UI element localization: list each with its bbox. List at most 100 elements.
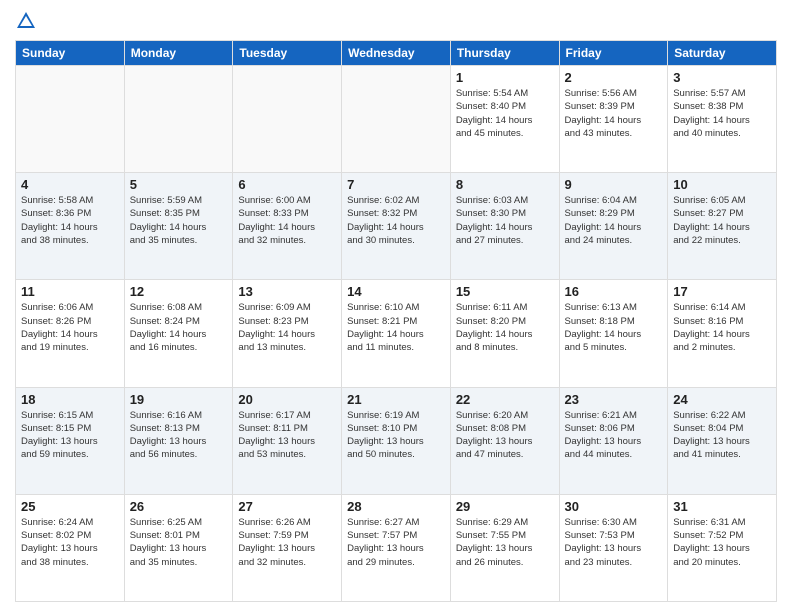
day-number: 25: [21, 499, 119, 514]
day-number: 1: [456, 70, 554, 85]
calendar-cell: 17 Sunrise: 6:14 AMSunset: 8:16 PMDayligh…: [668, 280, 777, 387]
day-number: 9: [565, 177, 663, 192]
calendar-header-sunday: Sunday: [16, 41, 125, 66]
calendar-cell: 30 Sunrise: 6:30 AMSunset: 7:53 PMDayligh…: [559, 494, 668, 601]
day-number: 11: [21, 284, 119, 299]
day-info: Sunrise: 6:15 AMSunset: 8:15 PMDaylight:…: [21, 409, 119, 462]
calendar-cell: 27 Sunrise: 6:26 AMSunset: 7:59 PMDayligh…: [233, 494, 342, 601]
calendar-header-wednesday: Wednesday: [342, 41, 451, 66]
calendar-table: SundayMondayTuesdayWednesdayThursdayFrid…: [15, 40, 777, 602]
day-info: Sunrise: 6:27 AMSunset: 7:57 PMDaylight:…: [347, 516, 445, 569]
calendar-cell: 18 Sunrise: 6:15 AMSunset: 8:15 PMDayligh…: [16, 387, 125, 494]
day-info: Sunrise: 5:57 AMSunset: 8:38 PMDaylight:…: [673, 87, 771, 140]
day-number: 21: [347, 392, 445, 407]
day-info: Sunrise: 5:54 AMSunset: 8:40 PMDaylight:…: [456, 87, 554, 140]
calendar-week-0: 1 Sunrise: 5:54 AMSunset: 8:40 PMDaylight…: [16, 66, 777, 173]
day-number: 5: [130, 177, 228, 192]
calendar-cell: 23 Sunrise: 6:21 AMSunset: 8:06 PMDayligh…: [559, 387, 668, 494]
day-info: Sunrise: 6:26 AMSunset: 7:59 PMDaylight:…: [238, 516, 336, 569]
day-number: 23: [565, 392, 663, 407]
day-info: Sunrise: 6:16 AMSunset: 8:13 PMDaylight:…: [130, 409, 228, 462]
day-info: Sunrise: 5:56 AMSunset: 8:39 PMDaylight:…: [565, 87, 663, 140]
calendar-cell: [233, 66, 342, 173]
day-info: Sunrise: 6:05 AMSunset: 8:27 PMDaylight:…: [673, 194, 771, 247]
day-info: Sunrise: 6:22 AMSunset: 8:04 PMDaylight:…: [673, 409, 771, 462]
day-info: Sunrise: 6:30 AMSunset: 7:53 PMDaylight:…: [565, 516, 663, 569]
calendar-week-4: 25 Sunrise: 6:24 AMSunset: 8:02 PMDayligh…: [16, 494, 777, 601]
day-number: 31: [673, 499, 771, 514]
header: [15, 10, 777, 32]
day-number: 19: [130, 392, 228, 407]
day-number: 4: [21, 177, 119, 192]
calendar-cell: 8 Sunrise: 6:03 AMSunset: 8:30 PMDaylight…: [450, 173, 559, 280]
day-info: Sunrise: 5:59 AMSunset: 8:35 PMDaylight:…: [130, 194, 228, 247]
calendar-cell: [124, 66, 233, 173]
day-number: 20: [238, 392, 336, 407]
calendar-header-tuesday: Tuesday: [233, 41, 342, 66]
day-number: 29: [456, 499, 554, 514]
calendar-cell: 25 Sunrise: 6:24 AMSunset: 8:02 PMDayligh…: [16, 494, 125, 601]
calendar-cell: 2Sunrise: 5:56 AMSunset: 8:39 PMDaylight…: [559, 66, 668, 173]
calendar-cell: 13Sunrise: 6:09 AMSunset: 8:23 PMDayligh…: [233, 280, 342, 387]
day-info: Sunrise: 6:29 AMSunset: 7:55 PMDaylight:…: [456, 516, 554, 569]
logo: [15, 10, 41, 32]
calendar-cell: 29 Sunrise: 6:29 AMSunset: 7:55 PMDayligh…: [450, 494, 559, 601]
day-info: Sunrise: 6:04 AMSunset: 8:29 PMDaylight:…: [565, 194, 663, 247]
calendar-cell: 14 Sunrise: 6:10 AMSunset: 8:21 PMDayligh…: [342, 280, 451, 387]
day-info: Sunrise: 6:19 AMSunset: 8:10 PMDaylight:…: [347, 409, 445, 462]
day-number: 8: [456, 177, 554, 192]
day-number: 28: [347, 499, 445, 514]
day-number: 10: [673, 177, 771, 192]
day-info: Sunrise: 6:00 AMSunset: 8:33 PMDaylight:…: [238, 194, 336, 247]
day-number: 24: [673, 392, 771, 407]
day-info: Sunrise: 6:20 AMSunset: 8:08 PMDaylight:…: [456, 409, 554, 462]
calendar-cell: 12Sunrise: 6:08 AMSunset: 8:24 PMDayligh…: [124, 280, 233, 387]
day-info: Sunrise: 6:24 AMSunset: 8:02 PMDaylight:…: [21, 516, 119, 569]
calendar-week-2: 11Sunrise: 6:06 AMSunset: 8:26 PMDayligh…: [16, 280, 777, 387]
calendar-header-thursday: Thursday: [450, 41, 559, 66]
day-info: Sunrise: 6:02 AMSunset: 8:32 PMDaylight:…: [347, 194, 445, 247]
page: SundayMondayTuesdayWednesdayThursdayFrid…: [0, 0, 792, 612]
day-number: 18: [21, 392, 119, 407]
calendar-cell: 21 Sunrise: 6:19 AMSunset: 8:10 PMDayligh…: [342, 387, 451, 494]
calendar-cell: 22 Sunrise: 6:20 AMSunset: 8:08 PMDayligh…: [450, 387, 559, 494]
day-number: 15: [456, 284, 554, 299]
day-info: Sunrise: 6:31 AMSunset: 7:52 PMDaylight:…: [673, 516, 771, 569]
day-info: Sunrise: 6:25 AMSunset: 8:01 PMDaylight:…: [130, 516, 228, 569]
calendar-header-friday: Friday: [559, 41, 668, 66]
day-info: Sunrise: 6:14 AMSunset: 8:16 PMDaylight:…: [673, 301, 771, 354]
day-number: 7: [347, 177, 445, 192]
calendar-cell: 1 Sunrise: 5:54 AMSunset: 8:40 PMDaylight…: [450, 66, 559, 173]
calendar-cell: 26 Sunrise: 6:25 AMSunset: 8:01 PMDayligh…: [124, 494, 233, 601]
calendar-header-monday: Monday: [124, 41, 233, 66]
day-number: 12: [130, 284, 228, 299]
calendar-cell: 20 Sunrise: 6:17 AMSunset: 8:11 PMDayligh…: [233, 387, 342, 494]
day-number: 26: [130, 499, 228, 514]
calendar-cell: 3 Sunrise: 5:57 AMSunset: 8:38 PMDaylight…: [668, 66, 777, 173]
day-info: Sunrise: 6:09 AMSunset: 8:23 PMDaylight:…: [238, 301, 336, 354]
calendar-cell: 11Sunrise: 6:06 AMSunset: 8:26 PMDayligh…: [16, 280, 125, 387]
calendar-cell: 4 Sunrise: 5:58 AMSunset: 8:36 PMDaylight…: [16, 173, 125, 280]
calendar-cell: 24 Sunrise: 6:22 AMSunset: 8:04 PMDayligh…: [668, 387, 777, 494]
day-number: 27: [238, 499, 336, 514]
day-info: Sunrise: 6:17 AMSunset: 8:11 PMDaylight:…: [238, 409, 336, 462]
day-number: 22: [456, 392, 554, 407]
calendar-cell: 16Sunrise: 6:13 AMSunset: 8:18 PMDayligh…: [559, 280, 668, 387]
day-info: Sunrise: 5:58 AMSunset: 8:36 PMDaylight:…: [21, 194, 119, 247]
day-info: Sunrise: 6:21 AMSunset: 8:06 PMDaylight:…: [565, 409, 663, 462]
day-number: 16: [565, 284, 663, 299]
day-info: Sunrise: 6:10 AMSunset: 8:21 PMDaylight:…: [347, 301, 445, 354]
day-info: Sunrise: 6:03 AMSunset: 8:30 PMDaylight:…: [456, 194, 554, 247]
day-number: 30: [565, 499, 663, 514]
calendar-cell: 31 Sunrise: 6:31 AMSunset: 7:52 PMDayligh…: [668, 494, 777, 601]
day-number: 14: [347, 284, 445, 299]
calendar-cell: 10 Sunrise: 6:05 AMSunset: 8:27 PMDayligh…: [668, 173, 777, 280]
calendar-cell: 19 Sunrise: 6:16 AMSunset: 8:13 PMDayligh…: [124, 387, 233, 494]
logo-icon: [15, 10, 37, 32]
calendar-cell: 15Sunrise: 6:11 AMSunset: 8:20 PMDayligh…: [450, 280, 559, 387]
day-number: 6: [238, 177, 336, 192]
day-number: 17: [673, 284, 771, 299]
calendar-cell: 9 Sunrise: 6:04 AMSunset: 8:29 PMDaylight…: [559, 173, 668, 280]
calendar-cell: 6 Sunrise: 6:00 AMSunset: 8:33 PMDaylight…: [233, 173, 342, 280]
day-number: 3: [673, 70, 771, 85]
